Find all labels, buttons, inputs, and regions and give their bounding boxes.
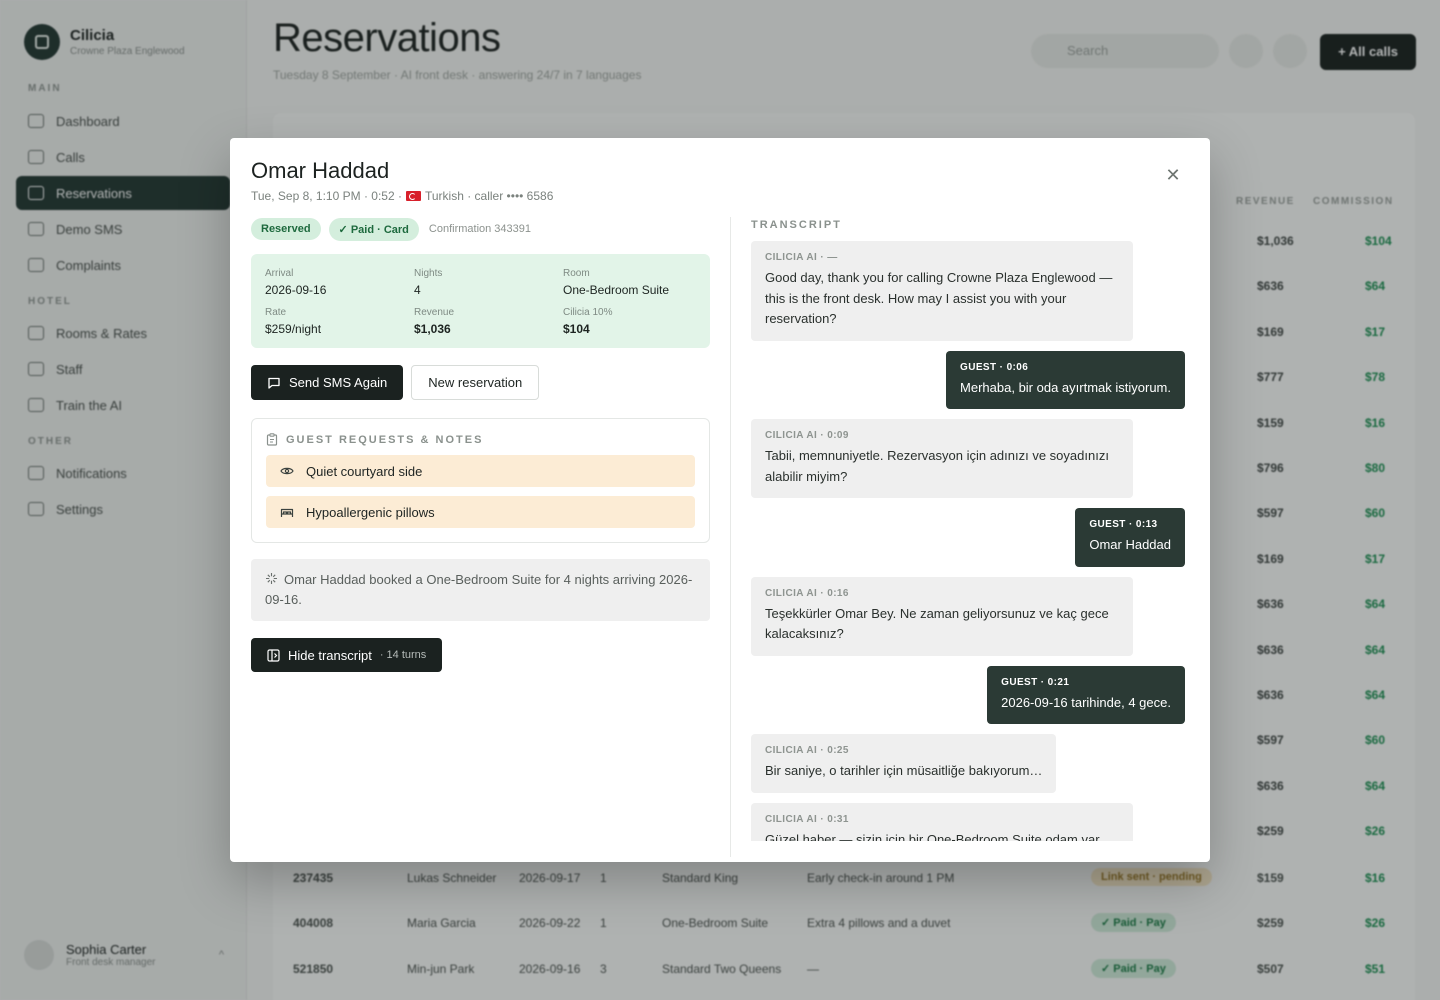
turn-count: · 14 turns [379, 649, 427, 661]
guest-request-text: Hypoallergenic pillows [306, 504, 435, 520]
hide-transcript-label: Hide transcript [288, 647, 372, 663]
guest-request-item: Hypoallergenic pillows [266, 496, 695, 528]
message-speaker: CILICIA AI · 0:25 [765, 745, 849, 756]
detail-value: One-Bedroom Suite [563, 283, 670, 297]
send-sms-again-button[interactable]: Send SMS Again [251, 365, 404, 400]
message-speaker: GUEST · 0:13 [1089, 519, 1158, 530]
call-meta-caller: Turkish · caller •••• 6586 [424, 189, 554, 203]
detail-value: $1,036 [414, 322, 451, 336]
message-text: Güzel haber — sizin için bir One-Bedroom… [765, 831, 1103, 842]
detail-rate: Rate $259/night [265, 307, 414, 336]
detail-label: Nights [414, 268, 443, 279]
new-reservation-button[interactable]: New reservation [411, 365, 540, 400]
sparkle-icon [266, 573, 277, 584]
reservation-details-grid: Arrival 2026-09-16 Nights 4 Room One-Bedroo… [251, 254, 710, 348]
guest-requests-panel: GUEST REQUESTS & NOTES Quiet courtyard s… [251, 418, 710, 543]
ai-summary: Omar Haddad booked a One-Bedroom Suite f… [251, 559, 710, 621]
message-text: Good day, thank you for calling Crowne P… [765, 270, 1113, 326]
transcript-message-guest: GUEST · 0:21 2026-09-16 tarihinde, 4 gec… [987, 665, 1185, 724]
clipboard-icon [266, 433, 278, 446]
reservation-detail-modal: Omar Haddad Tue, Sep 8, 1:10 PM · 0:52 ·… [230, 138, 1210, 862]
guest-request-text: Quiet courtyard side [306, 463, 423, 479]
transcript-panel[interactable]: TRANSCRIPT CILICIA AI · — Good day, than… [751, 217, 1185, 841]
detail-room: Room One-Bedroom Suite [563, 268, 703, 297]
message-text: Teşekkürler Omar Bey. Ne zaman geliyorsu… [765, 605, 1109, 642]
close-icon[interactable]: ✕ [1163, 165, 1183, 185]
guest-requests-title: GUEST REQUESTS & NOTES [286, 433, 484, 446]
panel-divider [730, 217, 731, 857]
transcript-message-guest: GUEST · 0:13 Omar Haddad [1075, 508, 1185, 567]
message-text: Merhaba, bir oda ayırtmak istiyorum. [960, 379, 1171, 395]
message-speaker: CILICIA AI · 0:09 [765, 430, 849, 441]
transcript-message-guest: GUEST · 0:06 Merhaba, bir oda ayırtmak i… [946, 350, 1185, 409]
detail-revenue: Revenue $1,036 [414, 307, 563, 336]
detail-label: Revenue [414, 307, 455, 318]
detail-label: Arrival [265, 268, 294, 279]
transcript-message-ai: CILICIA AI · 0:25 Bir saniye, o tarihler… [751, 734, 1057, 793]
detail-label: Room [563, 268, 590, 279]
message-icon [268, 377, 280, 389]
message-text: Tabii, memnuniyetle. Rezervasyon için ad… [765, 448, 1109, 484]
detail-value: 4 [414, 283, 421, 297]
turkey-flag-icon [405, 191, 421, 201]
detail-value: $104 [563, 322, 590, 336]
guest-request-item: Quiet courtyard side [266, 455, 695, 487]
transcript-message-ai: CILICIA AI · 0:09 Tabii, memnuniyetle. R… [751, 419, 1133, 498]
detail-label: Cilicia 10% [563, 307, 613, 318]
detail-value: 2026-09-16 [265, 283, 327, 297]
message-text: Omar Haddad [1089, 537, 1171, 552]
call-meta-time: Tue, Sep 8, 1:10 PM · 0:52 · [251, 189, 402, 203]
detail-nights: Nights 4 [414, 268, 563, 297]
detail-commission: Cilicia 10% $104 [563, 307, 703, 336]
message-speaker: CILICIA AI · 0:31 [765, 813, 849, 825]
message-speaker: CILICIA AI · — [765, 252, 838, 263]
panel-icon [267, 648, 280, 662]
new-reservation-label: New reservation [428, 375, 523, 390]
status-badges: Reserved ✓ Paid · Card Confirmation 3433… [251, 217, 710, 241]
ai-summary-text: Omar Haddad booked a One-Bedroom Suite f… [265, 572, 693, 607]
status-badge-reserved: Reserved [251, 218, 321, 240]
message-speaker: CILICIA AI · 0:16 [765, 587, 849, 599]
transcript-message-ai: CILICIA AI · 0:31 Güzel haber — sizin iç… [751, 802, 1133, 842]
reservation-summary-panel: Reserved ✓ Paid · Card Confirmation 3433… [251, 217, 710, 672]
detail-value: $259/night [265, 322, 322, 336]
message-speaker: GUEST · 0:06 [960, 361, 1029, 373]
guest-requests-header: GUEST REQUESTS & NOTES [266, 433, 695, 446]
detail-label: Rate [265, 307, 287, 318]
reservation-actions: Send SMS Again New reservation [251, 365, 710, 400]
detail-arrival: Arrival 2026-09-16 [265, 268, 414, 297]
eye-icon [280, 467, 294, 475]
confirmation-number: Confirmation 343391 [428, 223, 532, 235]
message-text: Bir saniye, o tarihler için müsaitliğe b… [765, 763, 1043, 778]
bed-icon [280, 508, 294, 517]
transcript-message-ai: CILICIA AI · — Good day, thank you for c… [751, 241, 1133, 341]
hide-transcript-button[interactable]: Hide transcript · 14 turns [251, 638, 443, 672]
message-speaker: GUEST · 0:21 [1001, 676, 1070, 688]
send-sms-label: Send SMS Again [289, 375, 388, 390]
transcript-header: TRANSCRIPT [751, 219, 842, 231]
guest-name-title: Omar Haddad [251, 158, 390, 183]
transcript-message-ai: CILICIA AI · 0:16 Teşekkürler Omar Bey. … [751, 576, 1133, 656]
status-badge-paid: ✓ Paid · Card [328, 217, 419, 241]
call-meta: Tue, Sep 8, 1:10 PM · 0:52 · Turkish · c… [251, 189, 553, 203]
message-text: 2026-09-16 tarihinde, 4 gece. [1001, 694, 1171, 710]
